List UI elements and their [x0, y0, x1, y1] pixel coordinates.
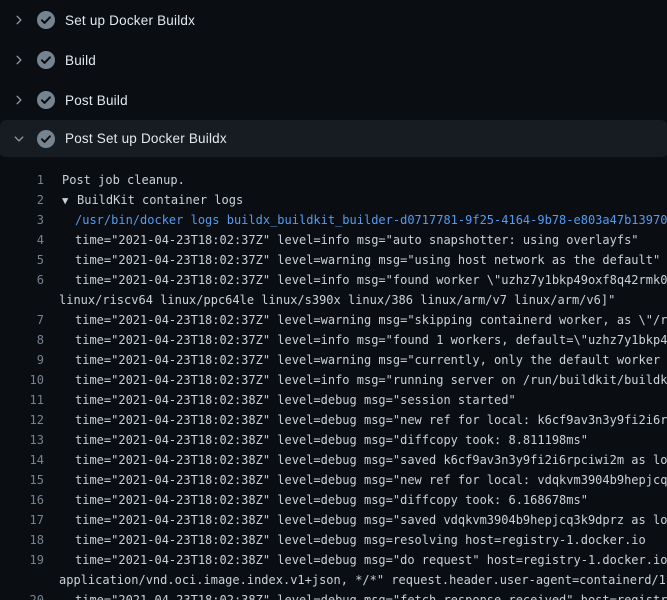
log-row: 5time="2021-04-23T18:02:37Z" level=warni…: [0, 250, 667, 270]
log-row: 17time="2021-04-23T18:02:38Z" level=debu…: [0, 510, 667, 530]
step-label: Post Build: [65, 93, 128, 108]
step-header-build[interactable]: Build: [0, 40, 667, 80]
log-line-text: ▼BuildKit container logs: [44, 190, 243, 211]
line-number[interactable]: 11: [0, 390, 44, 410]
log-row: 2▼BuildKit container logs: [0, 190, 667, 210]
line-number[interactable]: 14: [0, 450, 44, 470]
step-label: Set up Docker Buildx: [65, 13, 195, 28]
log-group-toggle-icon[interactable]: ▼: [62, 191, 77, 211]
log-row: 15time="2021-04-23T18:02:38Z" level=debu…: [0, 470, 667, 490]
log-row: 3/usr/bin/docker logs buildx_buildkit_bu…: [0, 210, 667, 230]
line-number[interactable]: 5: [0, 250, 44, 270]
step-list: Set up Docker Buildx Build Post Build Po…: [0, 0, 667, 160]
log-line-text: time="2021-04-23T18:02:38Z" level=debug …: [44, 530, 646, 550]
log-line-text: application/vnd.oci.image.index.v1+json,…: [44, 570, 667, 590]
line-number[interactable]: 15: [0, 470, 44, 490]
log-line-text: Post job cleanup.: [44, 170, 185, 190]
log-line-text: time="2021-04-23T18:02:38Z" level=debug …: [44, 470, 667, 490]
line-number[interactable]: 3: [0, 210, 44, 230]
chevron-right-icon: [12, 52, 26, 68]
line-number[interactable]: 13: [0, 430, 44, 450]
chevron-down-icon: [12, 131, 26, 147]
log-line-text: time="2021-04-23T18:02:37Z" level=info m…: [44, 230, 639, 250]
log-line-text: /usr/bin/docker logs buildx_buildkit_bui…: [44, 210, 667, 230]
line-number[interactable]: 16: [0, 490, 44, 510]
log-line-text: time="2021-04-23T18:02:37Z" level=info m…: [44, 330, 667, 350]
log-line-text: time="2021-04-23T18:02:37Z" level=warnin…: [44, 310, 667, 330]
step-header-post-set-up-docker-buildx[interactable]: Post Set up Docker Buildx: [0, 120, 667, 160]
log-line-text: time="2021-04-23T18:02:37Z" level=warnin…: [44, 350, 667, 370]
log-row: 14time="2021-04-23T18:02:38Z" level=debu…: [0, 450, 667, 470]
line-number[interactable]: 12: [0, 410, 44, 430]
log-row: application/vnd.oci.image.index.v1+json,…: [0, 570, 667, 590]
check-circle-icon: [37, 11, 55, 29]
log-lines: 1Post job cleanup.2▼BuildKit container l…: [0, 160, 667, 600]
log-row: 12time="2021-04-23T18:02:38Z" level=debu…: [0, 410, 667, 430]
check-circle-icon: [37, 91, 55, 109]
log-line-text: time="2021-04-23T18:02:38Z" level=debug …: [44, 510, 667, 530]
line-number[interactable]: 19: [0, 550, 44, 570]
log-line-text: BuildKit container logs: [77, 193, 243, 207]
step-label: Post Set up Docker Buildx: [65, 131, 227, 146]
log-line-text: time="2021-04-23T18:02:37Z" level=warnin…: [44, 250, 660, 270]
log-row: 11time="2021-04-23T18:02:38Z" level=debu…: [0, 390, 667, 410]
line-number[interactable]: 17: [0, 510, 44, 530]
log-line-text: time="2021-04-23T18:02:38Z" level=debug …: [44, 550, 667, 570]
log-line-text: time="2021-04-23T18:02:38Z" level=debug …: [44, 450, 667, 470]
log-line-text: time="2021-04-23T18:02:38Z" level=debug …: [44, 390, 516, 410]
log-row: 19time="2021-04-23T18:02:38Z" level=debu…: [0, 550, 667, 570]
log-line-text: time="2021-04-23T18:02:38Z" level=debug …: [44, 590, 667, 600]
log-row: 13time="2021-04-23T18:02:38Z" level=debu…: [0, 430, 667, 450]
log-row: 10time="2021-04-23T18:02:37Z" level=info…: [0, 370, 667, 390]
check-circle-icon: [37, 51, 55, 69]
line-number[interactable]: 9: [0, 350, 44, 370]
log-row: 7time="2021-04-23T18:02:37Z" level=warni…: [0, 310, 667, 330]
step-header-set-up-docker-buildx[interactable]: Set up Docker Buildx: [0, 0, 667, 40]
step-label: Build: [65, 53, 96, 68]
log-row: 6time="2021-04-23T18:02:37Z" level=info …: [0, 270, 667, 290]
log-row: 1Post job cleanup.: [0, 170, 667, 190]
log-row: 16time="2021-04-23T18:02:38Z" level=debu…: [0, 490, 667, 510]
log-line-text: linux/riscv64 linux/ppc64le linux/s390x …: [44, 290, 615, 310]
line-number[interactable]: 20: [0, 590, 44, 600]
step-header-post-build[interactable]: Post Build: [0, 80, 667, 120]
log-line-text: time="2021-04-23T18:02:38Z" level=debug …: [44, 430, 588, 450]
line-number[interactable]: 2: [0, 190, 44, 210]
log-line-text: time="2021-04-23T18:02:38Z" level=debug …: [44, 410, 667, 430]
log-row: 20time="2021-04-23T18:02:38Z" level=debu…: [0, 590, 667, 600]
log-row: 4time="2021-04-23T18:02:37Z" level=info …: [0, 230, 667, 250]
log-row: 9time="2021-04-23T18:02:37Z" level=warni…: [0, 350, 667, 370]
log-row: 18time="2021-04-23T18:02:38Z" level=debu…: [0, 530, 667, 550]
line-number[interactable]: 10: [0, 370, 44, 390]
line-number[interactable]: 8: [0, 330, 44, 350]
line-number[interactable]: 7: [0, 310, 44, 330]
line-number[interactable]: 4: [0, 230, 44, 250]
log-row: linux/riscv64 linux/ppc64le linux/s390x …: [0, 290, 667, 310]
log-row: 8time="2021-04-23T18:02:37Z" level=info …: [0, 330, 667, 350]
line-number[interactable]: 6: [0, 270, 44, 290]
chevron-right-icon: [12, 92, 26, 108]
chevron-right-icon: [12, 12, 26, 28]
line-number[interactable]: 1: [0, 170, 44, 190]
log-line-text: time="2021-04-23T18:02:37Z" level=info m…: [44, 270, 667, 290]
log-line-text: time="2021-04-23T18:02:37Z" level=info m…: [44, 370, 667, 390]
line-number[interactable]: 18: [0, 530, 44, 550]
check-circle-icon: [37, 130, 55, 148]
log-line-text: time="2021-04-23T18:02:38Z" level=debug …: [44, 490, 588, 510]
